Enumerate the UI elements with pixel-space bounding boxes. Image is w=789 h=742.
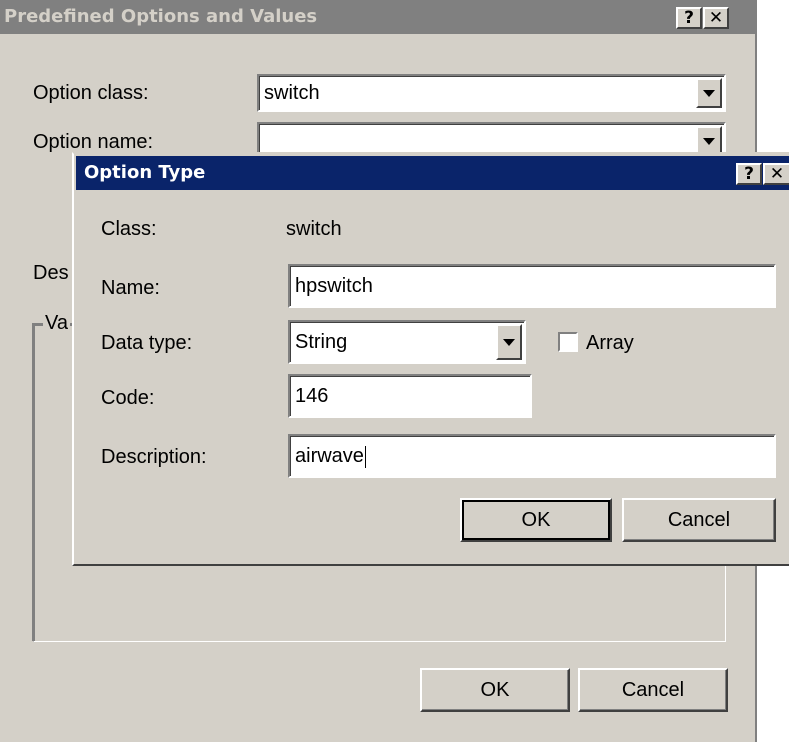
help-button[interactable]: ? — [676, 7, 702, 29]
option-type-dialog: Option Type ? ✕ Class: switch Name: hpsw… — [72, 152, 789, 566]
cancel-label: Cancel — [667, 509, 731, 531]
description-label: Des — [33, 262, 69, 284]
cancel-button[interactable]: Cancel — [622, 498, 776, 542]
description-label: Description: — [101, 446, 207, 468]
bg-ok-label: OK — [480, 679, 510, 701]
option-class-label: Option class: — [33, 82, 149, 104]
close-button[interactable]: ✕ — [703, 7, 729, 29]
datatype-label: Data type: — [101, 332, 193, 354]
fg-close-button[interactable]: ✕ — [763, 163, 789, 185]
predefined-options-titlebar[interactable]: Predefined Options and Values — [0, 0, 755, 34]
datatype-select[interactable]: String — [288, 320, 526, 364]
array-checkbox[interactable] — [558, 332, 578, 352]
name-label: Name: — [101, 277, 160, 299]
name-input[interactable]: hpswitch — [288, 264, 776, 308]
close-icon: ✕ — [769, 164, 785, 184]
name-input-value: hpswitch — [295, 275, 373, 297]
chevron-down-icon — [703, 138, 715, 145]
datatype-value: String — [295, 331, 348, 353]
value-group-label: Va — [43, 312, 70, 335]
help-icon: ? — [684, 8, 694, 28]
option-type-title: Option Type — [84, 162, 206, 183]
class-label: Class: — [101, 218, 157, 240]
close-icon: ✕ — [708, 8, 724, 28]
option-class-value: switch — [264, 82, 320, 104]
chevron-down-icon — [503, 339, 515, 346]
code-input[interactable]: 146 — [288, 374, 532, 418]
bg-cancel-button[interactable]: Cancel — [578, 668, 728, 712]
text-caret — [364, 445, 366, 468]
option-class-dropdown-button[interactable] — [696, 78, 722, 108]
option-name-label: Option name: — [33, 131, 154, 153]
description-input[interactable]: airwave — [288, 434, 776, 478]
help-icon: ? — [744, 164, 754, 184]
class-value: switch — [286, 218, 342, 240]
ok-button[interactable]: OK — [460, 498, 612, 542]
array-label[interactable]: Array — [586, 332, 634, 355]
ok-label: OK — [521, 509, 551, 531]
datatype-dropdown-button[interactable] — [496, 324, 522, 360]
chevron-down-icon — [703, 90, 715, 97]
description-input-value: airwave — [295, 445, 364, 467]
bg-cancel-label: Cancel — [621, 679, 685, 701]
predefined-options-title: Predefined Options and Values — [4, 6, 318, 27]
option-type-titlebar[interactable]: Option Type — [76, 156, 789, 190]
bg-ok-button[interactable]: OK — [420, 668, 570, 712]
option-class-select[interactable]: switch — [257, 74, 726, 112]
fg-help-button[interactable]: ? — [736, 163, 762, 185]
code-label: Code: — [101, 387, 155, 409]
code-input-value: 146 — [295, 385, 329, 407]
